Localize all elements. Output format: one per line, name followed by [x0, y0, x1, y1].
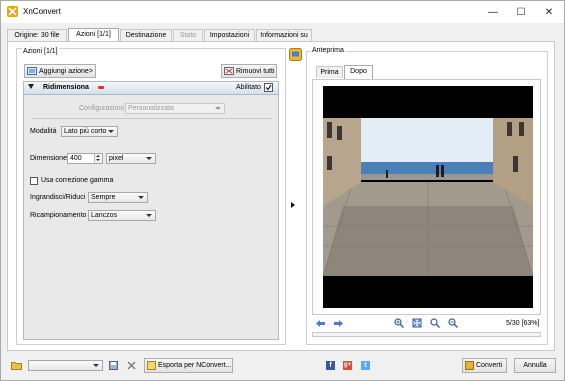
convert-label: Converti: [476, 362, 503, 369]
tab-destinazione-label: Destinazione: [125, 32, 167, 39]
enabled-label: Abilitato: [236, 84, 261, 91]
dimension-spinner[interactable]: [94, 154, 102, 163]
tab-destinazione[interactable]: Destinazione: [120, 29, 172, 41]
tab-azioni[interactable]: Azioni [1/1]: [68, 28, 119, 42]
preview-image: [323, 86, 533, 308]
actions-group-title: Azioni [1/1]: [22, 48, 59, 55]
preview-toggle-icon[interactable]: [289, 48, 302, 61]
app-window: XnConvert — ☐ ✕ Origine: 30 file Azioni …: [0, 0, 565, 381]
convert-button[interactable]: Converti: [462, 358, 507, 373]
zoom-fit-icon[interactable]: [430, 318, 440, 330]
preview-frame: [312, 79, 541, 315]
add-action-label: Aggiungi azione>: [39, 67, 93, 75]
gamma-checkbox[interactable]: [30, 177, 38, 185]
spin-up-icon[interactable]: [96, 155, 100, 157]
dimension-input[interactable]: 400: [67, 153, 103, 164]
resample-select-value: Lanczos: [91, 212, 118, 219]
remove-action-icon[interactable]: [98, 86, 104, 89]
fit-screen-icon[interactable]: [412, 318, 422, 330]
splitter-arrow-icon[interactable]: [291, 202, 295, 208]
collapse-arrow-icon[interactable]: [28, 84, 34, 89]
export-icon: [147, 361, 156, 370]
tab-origine-label: Origine: 30 file: [14, 32, 60, 39]
preview-tab-dopo[interactable]: Dopo: [344, 65, 373, 79]
minimize-button[interactable]: —: [479, 1, 507, 23]
tab-impostazioni[interactable]: Impostazioni: [204, 29, 255, 41]
save-preset-icon[interactable]: [109, 361, 118, 372]
close-button[interactable]: ✕: [535, 1, 563, 23]
google-plus-icon[interactable]: g+: [343, 361, 352, 370]
twitter-icon[interactable]: t: [361, 361, 370, 370]
remove-all-button[interactable]: Rimuovi tutti: [221, 64, 277, 78]
preview-scrollbar[interactable]: [312, 332, 541, 337]
next-image-icon[interactable]: [334, 320, 343, 327]
mode-label: Modalità: [30, 128, 57, 135]
add-action-icon: [27, 67, 37, 75]
mode-dropdown-icon: [108, 130, 114, 133]
preview-tab-dopo-label: Dopo: [350, 68, 367, 75]
config-select-value: Personalizzata: [128, 105, 174, 112]
window-title: XnConvert: [23, 7, 61, 16]
remove-all-label: Rimuovi tutti: [236, 67, 275, 75]
export-nconvert-button[interactable]: Esporta per NConvert...: [144, 358, 233, 373]
checkmark-icon: [265, 84, 272, 91]
action-item-header[interactable]: Ridimensiona Abilitato: [24, 82, 278, 95]
title-bar: XnConvert — ☐ ✕: [1, 1, 564, 23]
unit-select-value: pixel: [109, 155, 124, 162]
add-action-button[interactable]: Aggiungi azione>: [24, 64, 96, 78]
enlarge-dropdown-icon: [138, 196, 144, 199]
resample-dropdown-icon: [146, 214, 152, 217]
gamma-label: Usa correzione gamma: [41, 177, 114, 184]
preview-counter: 5/30 [63%]: [506, 320, 540, 327]
resample-select[interactable]: Lanczos: [88, 210, 156, 221]
tab-impostazioni-label: Impostazioni: [209, 32, 250, 39]
mode-select[interactable]: Lato più corto: [61, 126, 118, 137]
resample-label: Ricampionamento: [30, 212, 87, 219]
tab-stato[interactable]: Stato: [173, 29, 203, 41]
action-list: Ridimensiona Abilitato Configurazioni Pe…: [23, 81, 279, 340]
zoom-in-icon[interactable]: [394, 318, 404, 330]
remove-all-icon: [224, 67, 234, 75]
tab-azioni-label: Azioni [1/1]: [76, 31, 111, 38]
enlarge-label: Ingrandisci/Riduci: [30, 194, 86, 201]
zoom-out-icon[interactable]: [448, 318, 458, 330]
maximize-button[interactable]: ☐: [507, 1, 535, 23]
enlarge-select[interactable]: Sempre: [88, 192, 148, 203]
preview-group-title: Anteprima: [311, 47, 345, 54]
unit-select[interactable]: pixel: [106, 153, 156, 164]
unit-dropdown-icon: [146, 157, 152, 160]
minimize-icon: —: [488, 6, 498, 18]
tab-content-panel: Azioni [1/1] Aggiungi azione> Rimuovi tu…: [7, 41, 555, 351]
cancel-label: Annulla: [523, 362, 547, 369]
config-select[interactable]: Personalizzata: [125, 103, 225, 114]
cancel-button[interactable]: Annulla: [514, 358, 556, 373]
close-icon: ✕: [544, 6, 554, 18]
enlarge-select-value: Sempre: [91, 194, 116, 201]
facebook-icon[interactable]: f: [326, 361, 335, 370]
dimension-input-value: 400: [70, 155, 82, 162]
previous-image-icon[interactable]: [316, 320, 325, 327]
preset-dropdown-icon: [93, 364, 99, 367]
config-label: Configurazioni: [79, 105, 124, 112]
tab-stato-label: Stato: [179, 32, 197, 39]
tab-informazioni-label: Informazioni su: [260, 32, 308, 39]
spin-down-icon[interactable]: [96, 159, 100, 161]
xnconvert-logo-icon: [7, 6, 18, 17]
tab-origine[interactable]: Origine: 30 file: [7, 29, 67, 41]
maximize-icon: ☐: [516, 6, 526, 18]
preset-select[interactable]: [28, 360, 103, 371]
config-separator: [32, 118, 272, 119]
delete-preset-icon[interactable]: [127, 361, 136, 372]
export-nconvert-label: Esporta per NConvert...: [158, 362, 232, 369]
action-item-name: Ridimensiona: [43, 84, 89, 91]
open-folder-icon[interactable]: [11, 361, 22, 372]
tab-informazioni[interactable]: Informazioni su: [256, 29, 312, 41]
config-dropdown-icon: [215, 107, 221, 110]
preview-tab-prima[interactable]: Prima: [316, 66, 343, 78]
convert-icon: [465, 361, 474, 370]
preview-tab-prima-label: Prima: [320, 69, 339, 76]
enabled-checkbox[interactable]: [264, 83, 273, 92]
dimension-label: Dimensione: [30, 155, 67, 162]
mode-select-value: Lato più corto: [64, 128, 107, 135]
